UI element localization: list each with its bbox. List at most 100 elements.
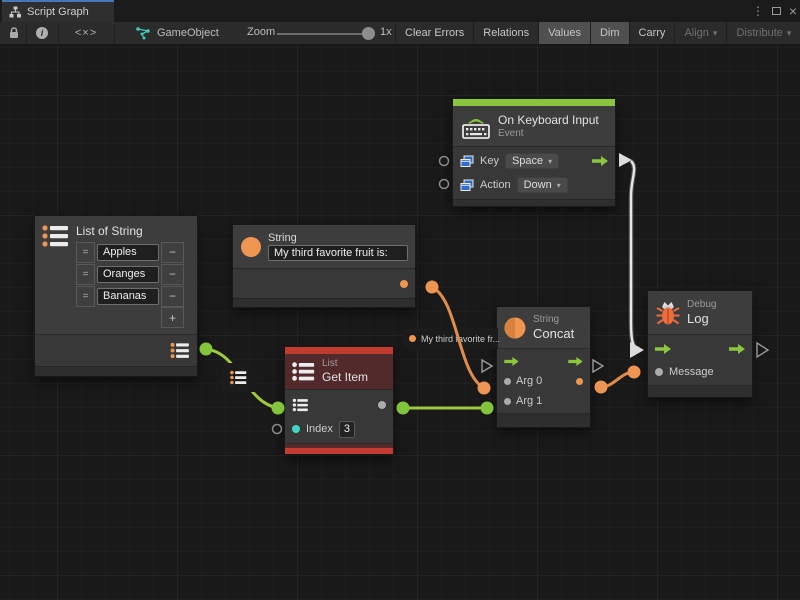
key-label: Key [480,155,499,167]
trigger-row [497,351,590,371]
list-item-row: = Bananas − [76,285,184,307]
remove-item-button[interactable]: − [161,242,184,263]
lock-button[interactable] [2,22,25,44]
node-ports [233,268,415,298]
result-output-port[interactable] [576,378,583,385]
list-item-row: = Oranges − [76,263,184,285]
graph-owner: GameObject [136,22,219,44]
list-item-field[interactable]: Bananas [97,288,159,305]
graph-toolbar: i <×> GameObject Zoom 1x Clear Errors Re… [0,22,800,45]
drag-handle[interactable]: = [76,286,95,307]
info-button[interactable]: i [27,22,57,44]
script-graph-icon [9,6,22,18]
index-value-field[interactable]: 3 [339,421,355,438]
window-menu-icon[interactable]: ⋮ [750,0,766,22]
list-input-row [285,392,393,417]
node-list-of-string[interactable]: List of String = Apples − = Oranges − = [35,216,197,376]
arg0-input-port[interactable] [504,378,511,385]
tab-title: Script Graph [27,6,89,18]
tab-script-graph[interactable]: Script Graph [2,0,114,22]
list-icon-white-small [292,398,309,412]
node-concat[interactable]: String Concat Arg 0 A [497,307,590,427]
align-dropdown[interactable]: Align [675,22,727,44]
index-input-port[interactable] [292,425,300,433]
string-value-field[interactable]: My third favorite fruit is: [268,245,408,261]
node-string-literal[interactable]: String My third favorite fruit is: [233,225,415,307]
error-accent-strip-bottom [285,448,393,454]
remove-item-button[interactable]: − [161,286,184,307]
node-ports: Index 3 [285,389,393,443]
zoom-value: 1x [380,26,392,38]
node-title: String [268,232,408,244]
node-title: Concat [533,326,574,341]
relations-button[interactable]: Relations [474,22,539,44]
wire-value-tooltip: My third favorite fr... [403,328,498,349]
list-editor: = Apples − = Oranges − = Bananas − [76,241,184,328]
concat-icon [504,317,526,339]
node-header: Debug Log [648,291,752,334]
index-label: Index [306,423,333,435]
info-icon: i [36,27,48,39]
string-output-port[interactable] [400,280,408,288]
window-close-icon[interactable]: × [785,0,800,22]
trigger-input-arrow-icon[interactable] [655,344,671,354]
trigger-row [648,337,752,361]
gameobject-icon [136,27,151,40]
node-title: Log [687,311,716,326]
remove-item-button[interactable]: − [161,264,184,285]
node-header: On Keyboard Input Event [453,106,615,146]
trigger-output-arrow-icon[interactable] [568,357,583,366]
key-port-row: Key Space [453,149,615,173]
drag-handle[interactable]: = [76,264,95,285]
zoom-slider-track[interactable] [277,33,365,35]
node-footer [453,199,615,206]
list-add-row: + [76,307,184,328]
node-header: List Get Item [285,354,393,389]
values-toggle[interactable]: Values [539,22,591,44]
node-ports: Arg 0 Arg 1 [497,348,590,413]
action-dropdown[interactable]: Down [517,177,568,193]
distribute-dropdown[interactable]: Distribute [727,22,800,44]
node-header: List of String = Apples − = Oranges − = [35,216,197,334]
key-dropdown[interactable]: Space [505,153,559,169]
toolbar-buttons: Clear Errors Relations Values Dim Carry … [396,22,800,44]
zoom-slider-handle[interactable] [362,27,375,40]
lock-icon [9,27,19,39]
trigger-output-arrow-icon[interactable] [592,156,608,166]
trigger-output-arrow-icon[interactable] [729,344,745,354]
node-footer [35,366,197,376]
index-port-row: Index 3 [285,417,393,441]
keycode-icon [460,155,474,168]
drag-handle[interactable]: = [76,242,95,263]
bug-icon [656,300,680,326]
list-item-row: = Apples − [76,241,184,263]
arg1-label: Arg 1 [516,395,542,407]
item-output-port[interactable] [378,401,386,409]
node-category: Debug [687,299,716,311]
list-item-field[interactable]: Oranges [97,266,159,283]
node-get-item[interactable]: List Get Item Index 3 [285,347,393,454]
message-label: Message [669,366,714,378]
node-footer [497,413,590,427]
window-maximize-icon[interactable] [768,0,784,22]
list-output-row [35,337,197,364]
message-input-port[interactable] [655,368,663,376]
wire-value-text: My third favorite fr... [421,334,500,344]
trigger-input-arrow-icon[interactable] [504,357,519,366]
node-on-keyboard-input[interactable]: On Keyboard Input Event Key Space [453,99,615,206]
node-title: On Keyboard Input [498,113,599,128]
node-debug-log[interactable]: Debug Log Message [648,291,752,397]
action-icon [460,179,474,192]
dim-toggle[interactable]: Dim [591,22,630,44]
arg1-row: Arg 1 [497,391,590,411]
keyboard-icon [461,113,491,140]
list-item-field[interactable]: Apples [97,244,159,261]
node-ports: Key Space Action Down [453,146,615,199]
code-preview-button[interactable]: <×> [59,22,113,44]
clear-errors-button[interactable]: Clear Errors [396,22,474,44]
node-footer [233,298,415,307]
list-icon-orange-small [170,342,190,359]
carry-button[interactable]: Carry [630,22,676,44]
arg1-input-port[interactable] [504,398,511,405]
add-item-button[interactable]: + [161,307,184,328]
